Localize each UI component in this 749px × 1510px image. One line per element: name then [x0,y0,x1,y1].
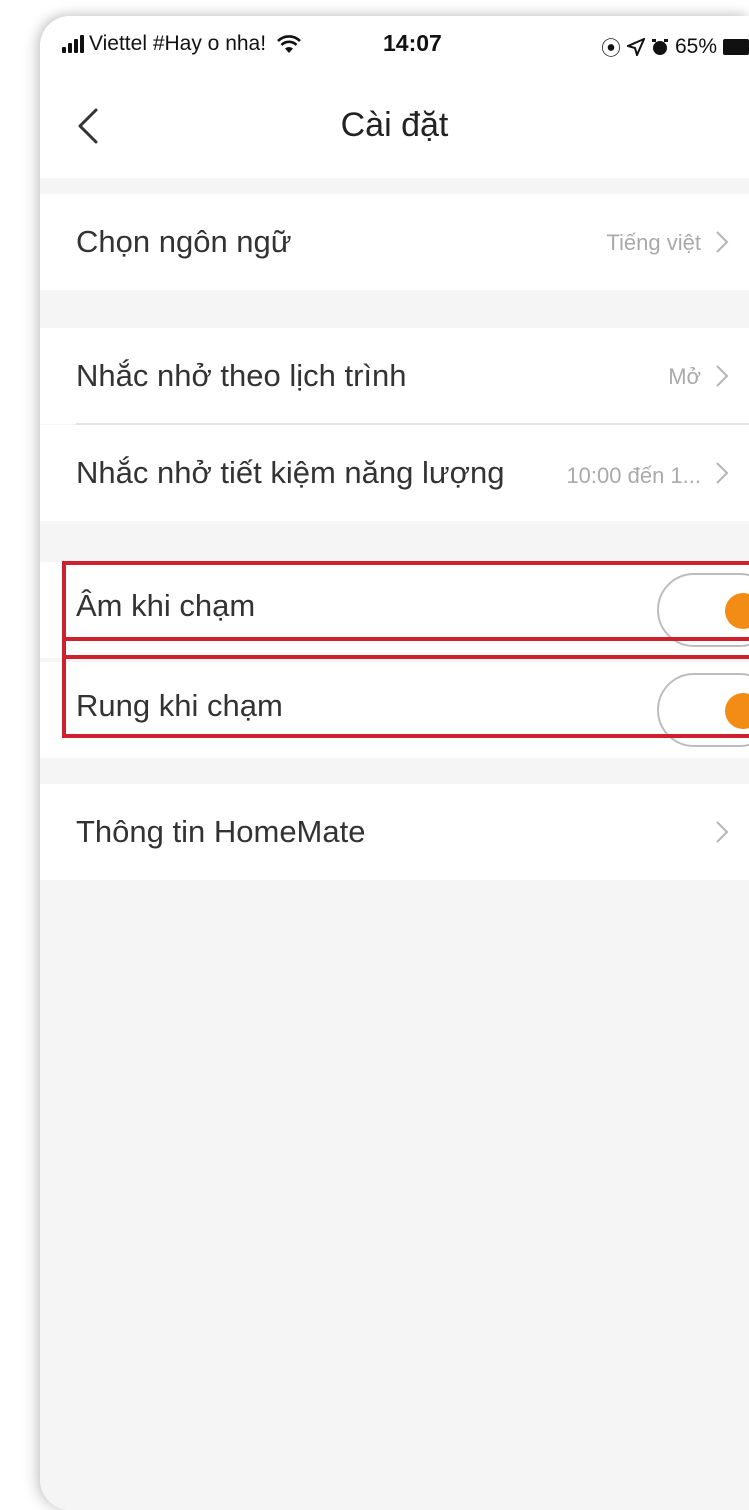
battery-percent: 65% [674,34,717,58]
toggle-knob [725,693,749,729]
chevron-right-icon [716,462,729,484]
toggle-knob [725,593,749,629]
about-label: Thông tin HomeMate [76,814,366,849]
alarm-icon [651,38,668,55]
status-right: ⦿ 65% [601,32,749,61]
language-value: Tiếng việt [606,230,701,255]
nav-bar: Cài đặt [40,74,749,178]
touch-sound-row: Âm khi chạm [40,562,749,658]
touch-sound-label: Âm khi chạm [76,588,256,623]
wifi-icon [277,35,301,53]
battery-icon [723,38,749,55]
schedule-reminder-row[interactable]: Nhắc nhở theo lịch trình Mở [40,328,749,424]
status-bar: Viettel #Hay o nha! 14:07 ⦿ 65% [40,16,749,74]
energy-reminder-label: Nhắc nhở tiết kiệm năng lượng [76,455,505,490]
chevron-right-icon [716,821,729,843]
screenshot-frame: Viettel #Hay o nha! 14:07 ⦿ 65% Cài đặt … [0,0,749,1510]
carrier-name: Viettel #Hay o nha! [89,32,267,55]
touch-vibrate-row: Rung khi chạm [40,662,749,758]
status-time: 14:07 [383,30,442,56]
page-title: Cài đặt [340,106,449,144]
phone-screen: Viettel #Hay o nha! 14:07 ⦿ 65% Cài đặt … [40,16,749,1510]
status-left: Viettel #Hay o nha! [62,32,302,56]
chevron-right-icon [716,231,729,253]
language-row[interactable]: Chọn ngôn ngữ Tiếng việt [40,194,749,290]
location-icon [626,37,645,56]
chevron-right-icon [716,365,729,387]
lock-rotation-icon: ⦿ [600,38,621,60]
language-label: Chọn ngôn ngữ [76,224,292,259]
energy-reminder-value: 10:00 đến 1... [566,463,701,488]
signal-icon [62,35,84,53]
touch-vibrate-label: Rung khi chạm [76,688,283,723]
schedule-reminder-value: Mở [668,364,701,389]
about-row[interactable]: Thông tin HomeMate [40,784,749,880]
touch-sound-toggle[interactable] [657,573,749,647]
touch-vibrate-toggle[interactable] [657,673,749,747]
energy-reminder-row[interactable]: Nhắc nhở tiết kiệm năng lượng 10:00 đến … [40,425,749,521]
schedule-reminder-label: Nhắc nhở theo lịch trình [76,358,407,393]
